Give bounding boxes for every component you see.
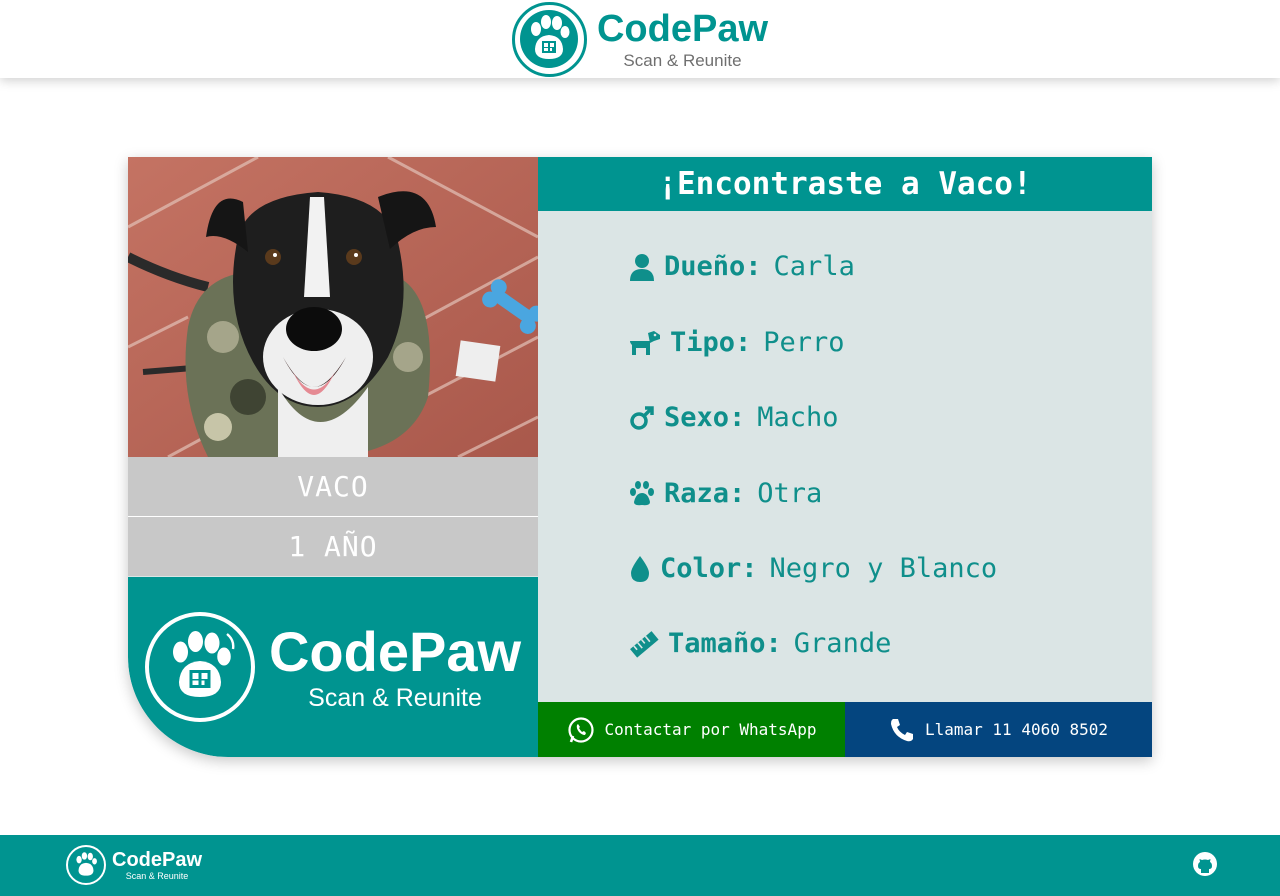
site-header: CodePaw Scan & Reunite	[0, 0, 1280, 78]
paw-logo-icon	[511, 1, 587, 77]
header-brand-text: CodePaw Scan & Reunite	[597, 10, 768, 69]
whatsapp-icon	[567, 716, 595, 744]
footer-brand[interactable]: CodePaw Scan & Reunite	[66, 845, 202, 885]
detail-label: Tipo:	[670, 327, 752, 358]
phone-icon	[889, 717, 915, 743]
detail-owner: Dueño: Carla	[628, 251, 855, 282]
pet-age: 1 AÑO	[128, 517, 538, 576]
male-icon	[628, 404, 656, 432]
detail-value: Macho	[757, 402, 839, 433]
card-brand-name: CodePaw	[268, 619, 522, 683]
detail-value: Negro y Blanco	[769, 553, 998, 584]
detail-value: Otra	[757, 478, 823, 509]
detail-label: Tamaño:	[668, 628, 782, 659]
droplet-icon	[628, 555, 652, 583]
detail-sex: Sexo: Macho	[628, 402, 839, 433]
detail-label: Raza:	[664, 478, 746, 509]
card-brand-text: CodePaw Scan & Reunite	[268, 619, 522, 712]
footer-brand-tagline: Scan & Reunite	[125, 870, 189, 881]
detail-label: Color:	[660, 553, 758, 584]
pet-name: VACO	[128, 457, 538, 516]
detail-breed: Raza: Otra	[628, 478, 822, 509]
whatsapp-contact-button[interactable]: Contactar por WhatsApp	[538, 702, 845, 757]
pet-photo	[128, 157, 538, 457]
detail-label: Dueño:	[664, 251, 762, 282]
detail-size: Tamaño: Grande	[628, 628, 891, 659]
detail-type: Tipo: Perro	[628, 327, 845, 358]
call-label: Llamar 11 4060 8502	[924, 720, 1109, 739]
pet-card: VACO 1 AÑO CodePaw Scan & Reunite ¡Encon…	[128, 157, 1152, 757]
header-brand-name: CodePaw	[596, 7, 769, 50]
user-icon	[628, 253, 656, 281]
dog-icon	[628, 329, 662, 357]
whatsapp-label: Contactar por WhatsApp	[604, 720, 817, 739]
header-brand[interactable]: CodePaw Scan & Reunite	[511, 1, 768, 77]
detail-value: Grande	[793, 628, 892, 659]
detail-label: Sexo:	[664, 402, 746, 433]
detail-value: Carla	[773, 251, 855, 282]
call-button[interactable]: Llamar 11 4060 8502	[845, 702, 1152, 757]
paw-logo-icon	[66, 845, 106, 885]
pet-card-left: VACO 1 AÑO CodePaw Scan & Reunite	[128, 157, 538, 757]
github-icon[interactable]	[1192, 851, 1218, 877]
detail-value: Perro	[763, 327, 845, 358]
paw-logo-icon	[144, 612, 255, 722]
card-brand-panel: CodePaw Scan & Reunite	[128, 577, 538, 757]
footer-brand-text: CodePaw Scan & Reunite	[112, 850, 202, 881]
found-pet-title: ¡Encontraste a Vaco!	[538, 157, 1152, 211]
site-footer: CodePaw Scan & Reunite	[0, 835, 1280, 896]
header-brand-tagline: Scan & Reunite	[623, 50, 742, 70]
detail-color: Color: Negro y Blanco	[628, 553, 997, 584]
paw-icon	[628, 480, 656, 508]
card-brand-tagline: Scan & Reunite	[308, 683, 482, 712]
ruler-icon	[628, 630, 660, 658]
pet-card-right: ¡Encontraste a Vaco! Dueño: Carla Tipo: …	[538, 157, 1152, 757]
footer-brand-name: CodePaw	[112, 848, 203, 871]
